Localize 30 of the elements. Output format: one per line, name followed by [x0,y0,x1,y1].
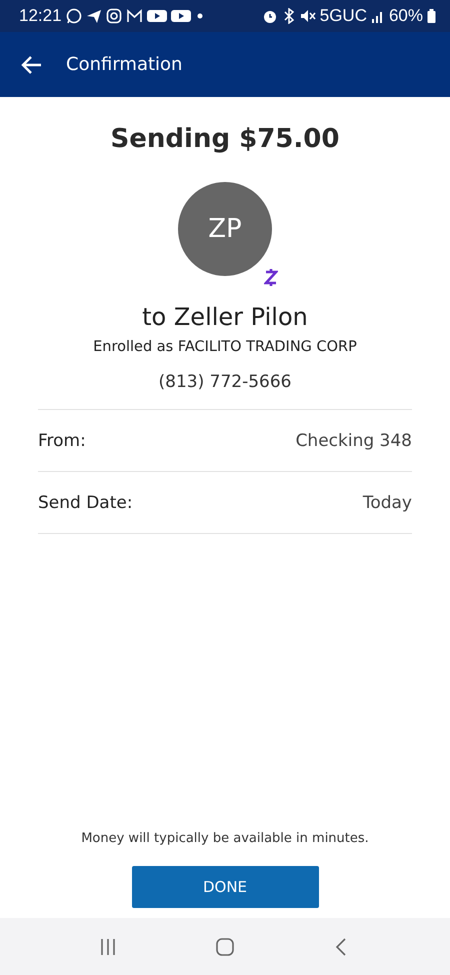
mail-icon [126,8,143,24]
phone-number: (813) 772-5666 [158,372,292,392]
signal-icon [370,9,385,23]
play-icon [170,9,191,23]
camera-icon [106,8,122,24]
chat-icon [66,8,82,24]
alarm-icon [262,8,278,24]
home-button[interactable] [214,936,235,956]
status-time: 12:21 [19,6,62,26]
done-button[interactable]: DONE [132,866,318,908]
recipient-name: to Zeller Pilon [142,303,308,331]
home-icon [214,936,235,956]
mute-icon [300,8,316,24]
battery-label: 60% [388,6,423,26]
battery-icon [427,8,436,24]
detail-value: Today [362,492,412,512]
dot-icon [194,11,205,21]
network-label: 5GUC [320,6,367,26]
play-icon [146,9,167,23]
send-icon [86,8,102,24]
detail-label: Send Date: [38,492,133,512]
availability-note: Money will typically be available in minutes. [81,831,369,846]
detail-value: Checking 348 [296,430,412,450]
detail-label: From: [38,430,86,450]
enrolled-text: Enrolled as FACILITO TRADING CORP [93,339,357,355]
avatar: ZP [178,182,272,276]
bluetooth-icon [282,8,296,24]
z-icon [264,267,278,287]
amount-heading: Sending $75.00 [110,124,340,156]
screen-title: Confirmation [66,54,182,75]
